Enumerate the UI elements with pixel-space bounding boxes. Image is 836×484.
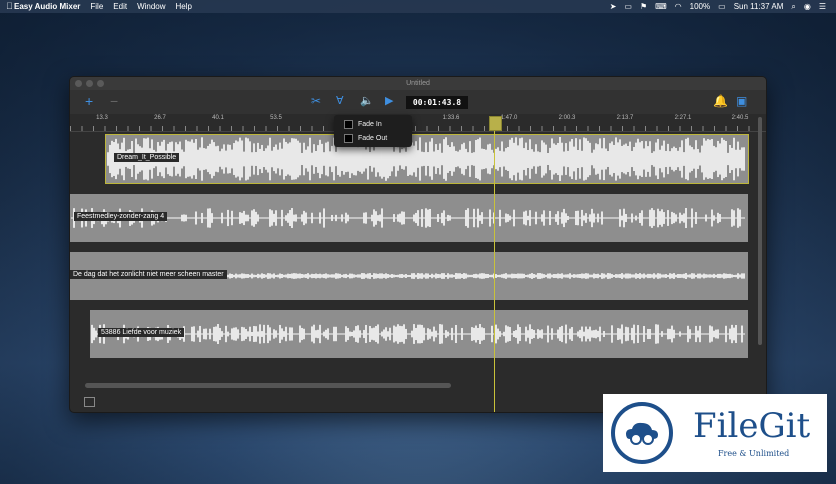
close-button[interactable] xyxy=(75,80,82,87)
fade-dropdown: Fade In Fade Out xyxy=(334,115,412,147)
menu-bar:  Easy Audio Mixer File Edit Window Help… xyxy=(0,0,836,13)
clock[interactable]: Sun 11:37 AM xyxy=(734,2,784,11)
menu-app-name[interactable]: Easy Audio Mixer xyxy=(14,2,80,11)
track-label: De dag dat het zonlicht niet meer scheen… xyxy=(70,270,227,279)
toolbar: + − ✂ ∀ 🔈 ▶ 00:01:43.8 🔔 ▣ xyxy=(70,90,766,114)
ruler-label: 2:00.3 xyxy=(558,115,576,121)
flag-icon[interactable]: ⚑ xyxy=(640,2,647,11)
menu-file[interactable]: File xyxy=(90,2,103,11)
menu-window[interactable]: Window xyxy=(137,2,165,11)
keyboard-icon[interactable]: ⌨ xyxy=(655,2,667,11)
save-icon[interactable]: ▣ xyxy=(736,93,747,109)
fade-in-option[interactable]: Fade In xyxy=(344,120,382,129)
location-icon[interactable]: ➤ xyxy=(610,2,617,11)
ruler-label: 2:40.5 xyxy=(731,115,749,121)
track-label: Dream_It_Possible xyxy=(114,153,180,162)
vertical-scrollbar[interactable] xyxy=(758,117,762,345)
track-label: Feestmedley-zonder-zang 4 xyxy=(74,212,168,221)
ruler-label: 2:27.1 xyxy=(674,115,692,121)
ruler-label: 53.5 xyxy=(270,115,282,121)
ruler-label: 1:33.6 xyxy=(442,115,460,121)
app-window: Untitled + − ✂ ∀ 🔈 ▶ 00:01:43.8 🔔 ▣ 13.3… xyxy=(69,76,767,413)
ruler-label: 26.7 xyxy=(154,115,166,121)
fade-menu-icon[interactable]: ∀ xyxy=(336,93,344,109)
fade-out-option[interactable]: Fade Out xyxy=(344,134,387,143)
filegit-watermark: FileGit Free & Unlimited xyxy=(603,394,827,472)
ruler-label: 40.1 xyxy=(212,115,224,121)
waveform xyxy=(107,137,745,181)
remove-track-button[interactable]: − xyxy=(110,93,118,109)
battery-icon: ▭ xyxy=(718,2,726,11)
watermark-tagline: Free & Unlimited xyxy=(718,449,790,458)
scissors-icon[interactable]: ✂ xyxy=(311,93,321,109)
window-title: Untitled xyxy=(406,80,430,87)
horizontal-scrollbar[interactable] xyxy=(85,383,451,388)
notification-center-icon[interactable]: ☰ xyxy=(819,2,826,11)
siri-icon[interactable]: ◉ xyxy=(804,2,811,11)
audio-track[interactable]: Feestmedley-zonder-zang 4 xyxy=(70,194,748,242)
title-bar[interactable]: Untitled xyxy=(70,77,766,90)
watermark-brand: FileGit xyxy=(693,406,811,446)
waveform xyxy=(71,208,745,228)
fade-in-label: Fade In xyxy=(358,121,382,128)
fade-out-checkbox[interactable] xyxy=(344,134,353,143)
menu-help[interactable]: Help xyxy=(176,2,192,11)
ruler-label: 13.3 xyxy=(96,115,108,121)
sidebar-toggle-icon[interactable] xyxy=(84,397,95,407)
ruler-label: 2:13.7 xyxy=(616,115,634,121)
status-area: ➤ ▭ ⚑ ⌨ ◠ 100% ▭ Sun 11:37 AM ⌕ ◉ ☰ xyxy=(610,0,826,13)
volume-icon[interactable]: 🔈 xyxy=(360,93,374,109)
menu-edit[interactable]: Edit xyxy=(113,2,127,11)
track-label: 53886 Liefde voor muziek xyxy=(98,328,185,337)
waveform xyxy=(91,324,745,344)
playhead[interactable] xyxy=(494,123,495,412)
time-display: 00:01:43.8 xyxy=(406,96,468,109)
audio-track[interactable]: Dream_It_Possible xyxy=(105,134,749,184)
bell-icon[interactable]: 🔔 xyxy=(713,93,728,109)
fade-out-label: Fade Out xyxy=(358,135,388,142)
filegit-logo-icon xyxy=(611,402,673,464)
ruler-label: 1:47.0 xyxy=(500,115,518,121)
audio-track[interactable]: De dag dat het zonlicht niet meer scheen… xyxy=(70,252,748,300)
fade-in-checkbox[interactable] xyxy=(344,120,353,129)
battery-label[interactable]: 100% xyxy=(690,2,710,11)
playhead-handle[interactable] xyxy=(489,116,502,131)
add-track-button[interactable]: + xyxy=(85,93,93,109)
minimize-button[interactable] xyxy=(86,80,93,87)
cast-icon[interactable]: ▭ xyxy=(624,2,632,11)
zoom-button[interactable] xyxy=(97,80,104,87)
timeline-ruler[interactable]: 13.3 26.7 40.1 53.5 1:33.6 1:47.0 2:00.3… xyxy=(70,114,766,132)
play-icon[interactable]: ▶ xyxy=(385,93,393,109)
apple-menu-icon[interactable]:  xyxy=(6,1,13,11)
search-icon[interactable]: ⌕ xyxy=(791,2,795,12)
wifi-icon[interactable]: ◠ xyxy=(675,2,682,11)
audio-track[interactable]: 53886 Liefde voor muziek xyxy=(90,310,748,358)
